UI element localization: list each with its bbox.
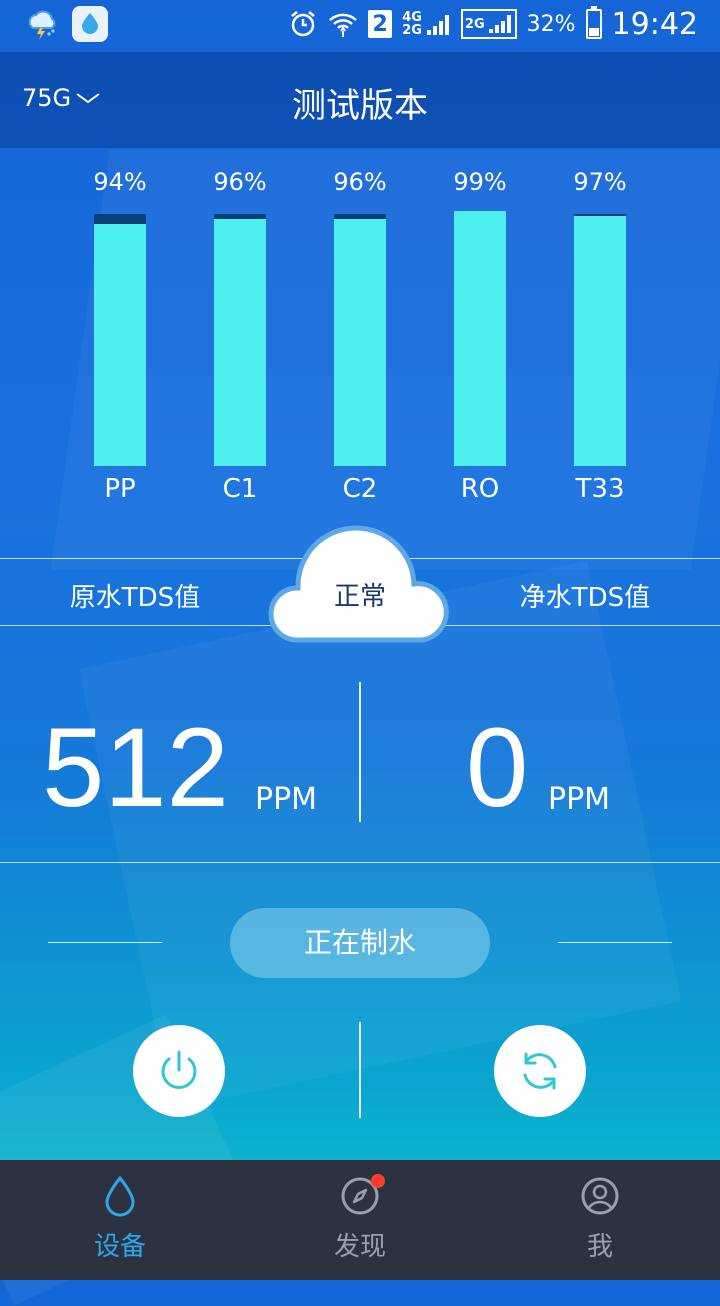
signal-bars-icon	[426, 15, 449, 35]
notification-badge	[371, 1174, 385, 1188]
filter-name: PP	[104, 474, 136, 504]
filter-fill	[574, 216, 626, 466]
weather-icon	[28, 10, 56, 40]
sim-indicator: 2	[368, 10, 393, 38]
filter-name: C1	[222, 474, 258, 504]
filter-bar-ro: 99% RO	[420, 168, 540, 508]
filter-bar-c1: 96% C1	[180, 168, 300, 508]
filter-life-chart: 94% PP 96% C1 96% C2 99% RO 97% T33	[60, 168, 660, 508]
tds-values: 512 PPM 0 PPM	[0, 626, 720, 863]
nav-item-discover[interactable]: 发现	[240, 1160, 480, 1280]
clock: 19:42	[611, 6, 698, 42]
battery-percent: 32%	[526, 11, 576, 37]
power-button[interactable]	[133, 1025, 225, 1117]
cellular-signal: 4G 2G	[402, 11, 451, 37]
filter-track	[574, 214, 626, 466]
signal-bars-icon	[488, 15, 511, 33]
water-quality-status: 正常	[333, 582, 386, 612]
filter-percent: 97%	[573, 168, 627, 196]
refresh-icon	[523, 1052, 557, 1090]
battery-icon	[585, 6, 602, 39]
filter-fill	[454, 211, 506, 466]
filter-track	[334, 214, 386, 466]
page-title: 测试版本	[292, 86, 428, 126]
wifi-icon	[329, 13, 358, 37]
status-bar: 2 4G 2G 2G 32% 19:42	[0, 0, 720, 48]
filter-name: C2	[342, 474, 378, 504]
filter-track	[454, 211, 506, 466]
nav-label-discover: 发现	[333, 1232, 386, 1262]
water-app-icon	[72, 6, 108, 42]
drop-icon	[105, 1175, 135, 1217]
divider	[48, 942, 162, 943]
filter-bar-t33: 97% T33	[540, 168, 660, 508]
filter-percent: 94%	[93, 168, 147, 196]
raw-tds-label: 原水TDS值	[69, 583, 201, 613]
power-icon	[161, 1050, 197, 1089]
filter-percent: 96%	[213, 168, 267, 196]
filter-track	[94, 214, 146, 466]
cellular-signal-2: 2G	[460, 9, 517, 39]
nav-item-device[interactable]: 设备	[0, 1160, 240, 1280]
profile-icon	[581, 1177, 619, 1215]
app-header: 75G 测试版本	[0, 52, 720, 148]
divider	[558, 942, 672, 943]
filter-percent: 99%	[453, 168, 507, 196]
production-status: 正在制水	[230, 908, 490, 978]
pure-tds-value: 0	[466, 705, 529, 830]
nav-label-device: 设备	[93, 1232, 146, 1262]
divider	[359, 682, 361, 822]
filter-name: RO	[460, 474, 500, 504]
filter-fill	[94, 224, 146, 466]
pure-tds-label: 净水TDS值	[519, 583, 651, 613]
raw-tds-value: 512	[42, 705, 229, 830]
filter-name: T33	[575, 474, 625, 504]
refresh-button[interactable]	[494, 1025, 586, 1117]
divider	[359, 1022, 361, 1118]
pure-tds-unit: PPM	[548, 782, 611, 817]
filter-bar-pp: 94% PP	[60, 168, 180, 508]
filter-track	[214, 214, 266, 466]
raw-tds-unit: PPM	[255, 782, 318, 817]
bottom-nav: 设备 发现 我	[0, 1160, 720, 1280]
filter-percent: 96%	[333, 168, 387, 196]
filter-bar-c2: 96% C2	[300, 168, 420, 508]
filter-fill	[214, 219, 266, 466]
alarm-icon	[291, 11, 315, 37]
filter-fill	[334, 219, 386, 466]
nav-label-me: 我	[586, 1232, 613, 1262]
nav-item-me[interactable]: 我	[480, 1160, 720, 1280]
